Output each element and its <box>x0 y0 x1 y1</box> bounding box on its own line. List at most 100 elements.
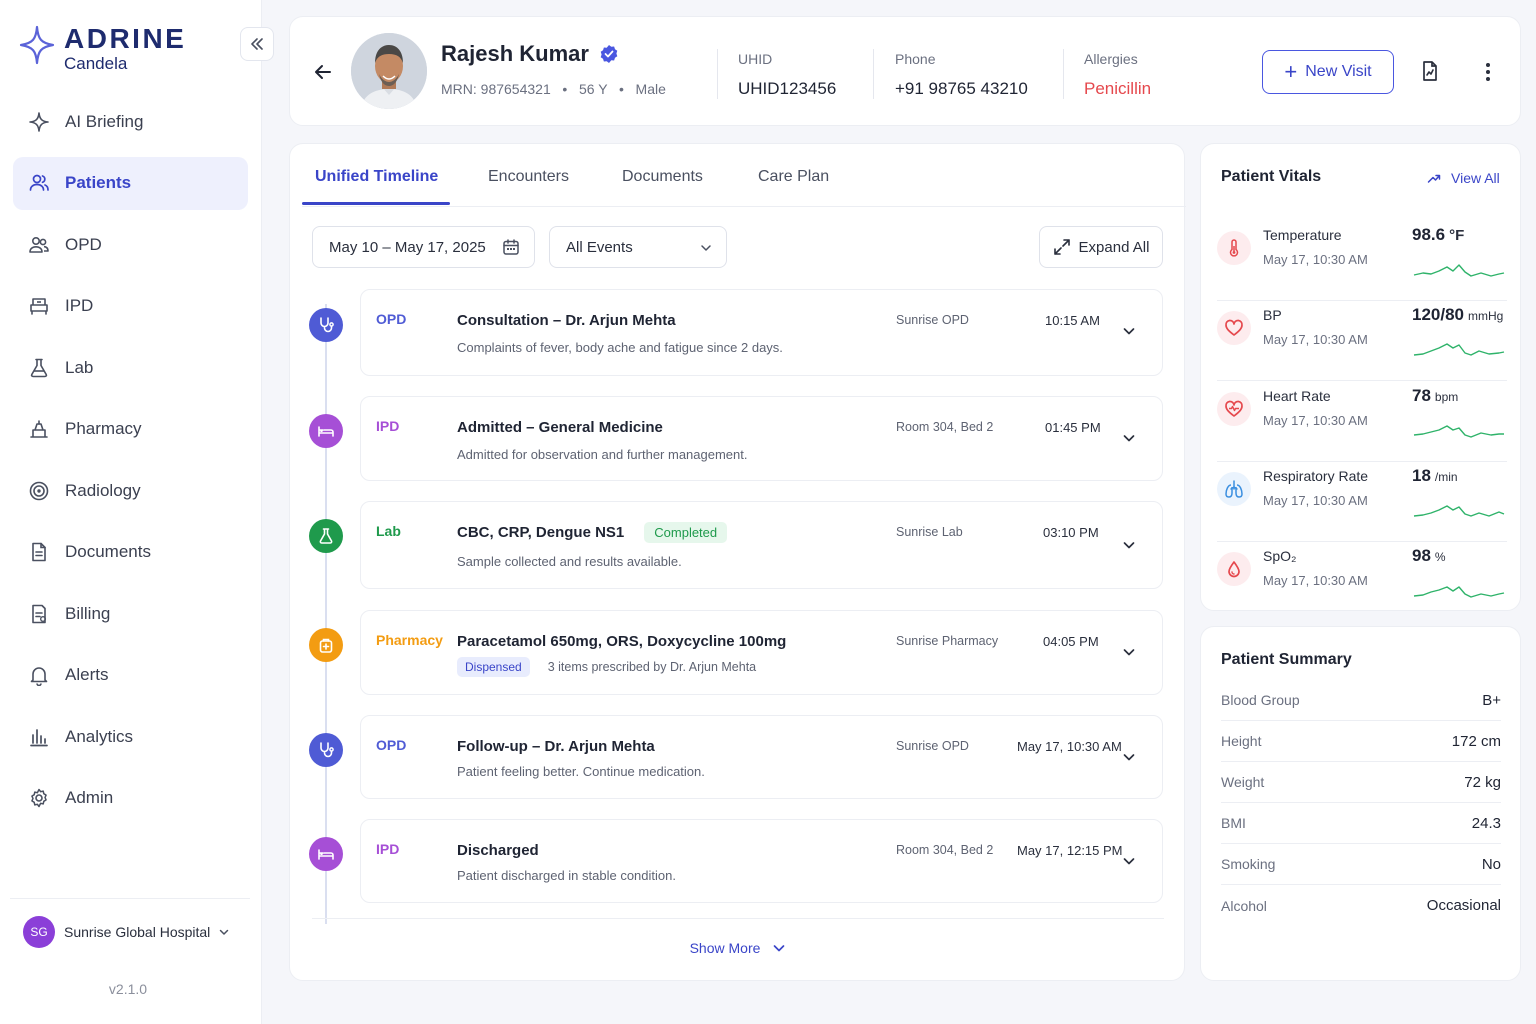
event-time: 04:05 PM <box>1043 634 1099 649</box>
date-range-value: May 10 – May 17, 2025 <box>329 238 486 256</box>
timeline-event[interactable]: IPD Admitted – General Medicine Admitted… <box>360 396 1163 481</box>
file-chart-icon <box>1423 61 1437 81</box>
radiology-icon <box>29 481 49 500</box>
event-description-row: Dispensed 3 items prescribed by Dr. Arjun… <box>457 657 756 677</box>
vitals-title: Patient Vitals <box>1221 168 1322 185</box>
hospital-name: Sunrise Global Hospital <box>64 923 211 940</box>
event-description: 3 items prescribed by Dr. Arjun Mehta <box>547 660 757 674</box>
event-description: Admitted for observation and further man… <box>457 447 748 462</box>
vital-date: May 17, 10:30 AM <box>1263 413 1368 428</box>
vital-date: May 17, 10:30 AM <box>1263 573 1368 588</box>
event-time: May 17, 12:15 PM <box>1017 843 1123 858</box>
sidebar-item-analytics[interactable]: Analytics <box>13 710 248 763</box>
chevron-down-icon[interactable] <box>1122 854 1136 868</box>
event-time: 03:10 PM <box>1043 525 1099 540</box>
vital-unit: % <box>1434 550 1446 564</box>
patient-summary-card: Patient Summary Blood Group B+ Height 17… <box>1200 626 1521 981</box>
timeline-event[interactable]: IPD Discharged Patient discharged in sta… <box>360 819 1163 903</box>
vital-value: 78 <box>1412 386 1431 405</box>
sidebar-item-ipd[interactable]: IPD <box>13 280 248 333</box>
brand-subname: Candela <box>64 54 128 73</box>
sidebar-item-admin[interactable]: Admin <box>13 772 248 825</box>
vital-icon-bg <box>1217 552 1251 586</box>
sidebar-item-billing[interactable]: Billing <box>13 587 248 640</box>
calendar-icon <box>503 239 519 255</box>
summary-row: Smoking No <box>1221 844 1501 885</box>
timeline-event[interactable]: OPD Follow-up – Dr. Arjun Mehta Patient … <box>360 715 1163 799</box>
sidebar-item-radiology[interactable]: Radiology <box>13 464 248 517</box>
chevron-down-icon[interactable] <box>1122 750 1136 764</box>
separator-dot: • <box>611 81 632 97</box>
sidebar-item-opd[interactable]: OPD <box>13 218 248 271</box>
vital-value: 120/80 <box>1412 305 1464 324</box>
sidebar-item-patients[interactable]: Patients <box>13 156 248 210</box>
bell-icon <box>30 667 48 686</box>
sidebar-item-documents[interactable]: Documents <box>13 526 248 579</box>
arrow-left-icon <box>315 65 331 79</box>
view-all-label: View All <box>1451 170 1500 186</box>
document-export-button[interactable] <box>1418 59 1442 83</box>
sidebar-item-lab[interactable]: Lab <box>13 341 248 394</box>
sidebar-item-pharmacy[interactable]: Pharmacy <box>13 403 248 456</box>
tab-care-plan[interactable]: Care Plan <box>758 168 829 186</box>
show-more-button[interactable]: Show More <box>290 940 1186 956</box>
chevron-down-icon[interactable] <box>1122 324 1136 338</box>
sidebar: ADRINE Candela AI Briefing Patients OPD … <box>0 0 274 1024</box>
vital-icon-bg <box>1217 392 1251 426</box>
event-type: Pharmacy <box>376 632 443 648</box>
hospital-bed-icon <box>30 298 48 315</box>
back-button[interactable] <box>312 61 334 83</box>
chevron-down-icon[interactable] <box>1122 645 1136 659</box>
timeline-event[interactable]: OPD Consultation – Dr. Arjun Mehta Compl… <box>360 289 1163 376</box>
timeline-dot <box>309 519 343 553</box>
view-all-link[interactable]: View All <box>1427 170 1500 186</box>
sparkline <box>1413 425 1504 438</box>
patient-photo <box>351 33 427 109</box>
tab-documents[interactable]: Documents <box>622 168 703 186</box>
vital-date: May 17, 10:30 AM <box>1263 252 1368 267</box>
vital-name: Respiratory Rate <box>1263 468 1369 484</box>
sidebar-item-ai-briefing[interactable]: AI Briefing <box>13 95 248 148</box>
event-filter-select[interactable]: All Events <box>549 226 727 268</box>
separator-dot: • <box>554 81 576 97</box>
kebab-menu-icon <box>1486 63 1490 81</box>
new-visit-button[interactable]: + New Visit <box>1262 50 1394 94</box>
collapse-sidebar-button[interactable] <box>240 27 274 61</box>
sidebar-item-label: Documents <box>65 542 151 561</box>
vital-row[interactable]: Temperature May 17, 10:30 AM 98.6 °F <box>1217 221 1507 301</box>
timeline-event[interactable]: Lab CBC, CRP, Dengue NS1 Completed Sample… <box>360 501 1163 589</box>
chevron-down-icon[interactable] <box>1122 538 1136 552</box>
date-range-picker[interactable]: May 10 – May 17, 2025 <box>312 226 535 268</box>
chevron-down-icon[interactable] <box>1122 431 1136 445</box>
event-location: Room 304, Bed 2 <box>896 420 994 434</box>
event-filter-value: All Events <box>566 238 633 256</box>
billing-icon <box>32 604 46 623</box>
tab-encounters[interactable]: Encounters <box>488 168 569 186</box>
pill-bag-icon <box>319 638 333 653</box>
timeline-dot <box>309 414 343 448</box>
vital-value-row: 18/min <box>1412 466 1458 486</box>
event-title: CBC, CRP, Dengue NS1 <box>457 524 625 541</box>
timeline-event[interactable]: Pharmacy Paracetamol 650mg, ORS, Doxycyc… <box>360 610 1163 695</box>
sidebar-item-alerts[interactable]: Alerts <box>13 649 248 702</box>
tab-unified-timeline[interactable]: Unified Timeline <box>315 168 438 186</box>
vital-row[interactable]: Heart Rate May 17, 10:30 AM 78 bpm <box>1217 382 1507 462</box>
vital-row[interactable]: BP May 17, 10:30 AM 120/80 mmHg <box>1217 301 1507 381</box>
sidebar-nav: AI Briefing Patients OPD IPD Lab Pharmac… <box>13 95 248 833</box>
vital-row[interactable]: SpO₂ May 17, 10:30 AM 98% <box>1217 542 1507 622</box>
event-title-row: CBC, CRP, Dengue NS1 Completed <box>457 522 728 543</box>
timeline-dot <box>309 628 343 662</box>
more-options-button[interactable] <box>1481 61 1495 83</box>
vital-unit: °F <box>1449 227 1465 244</box>
vital-name: Temperature <box>1263 227 1342 243</box>
logo[interactable]: ADRINE Candela <box>18 24 186 74</box>
vital-row[interactable]: Respiratory Rate May 17, 10:30 AM 18/min <box>1217 462 1507 542</box>
patient-name-row: Rajesh Kumar <box>441 41 619 67</box>
thermometer-icon <box>1229 239 1239 257</box>
phone-value: +91 98765 43210 <box>895 79 1028 98</box>
patient-vitals-card: Patient Vitals View All Temperature May … <box>1200 143 1521 611</box>
hospital-switcher[interactable]: SG Sunrise Global Hospital <box>10 898 250 964</box>
show-more-label: Show More <box>689 940 761 956</box>
uhid-label: UHID <box>738 51 773 67</box>
expand-all-button[interactable]: Expand All <box>1039 226 1163 268</box>
